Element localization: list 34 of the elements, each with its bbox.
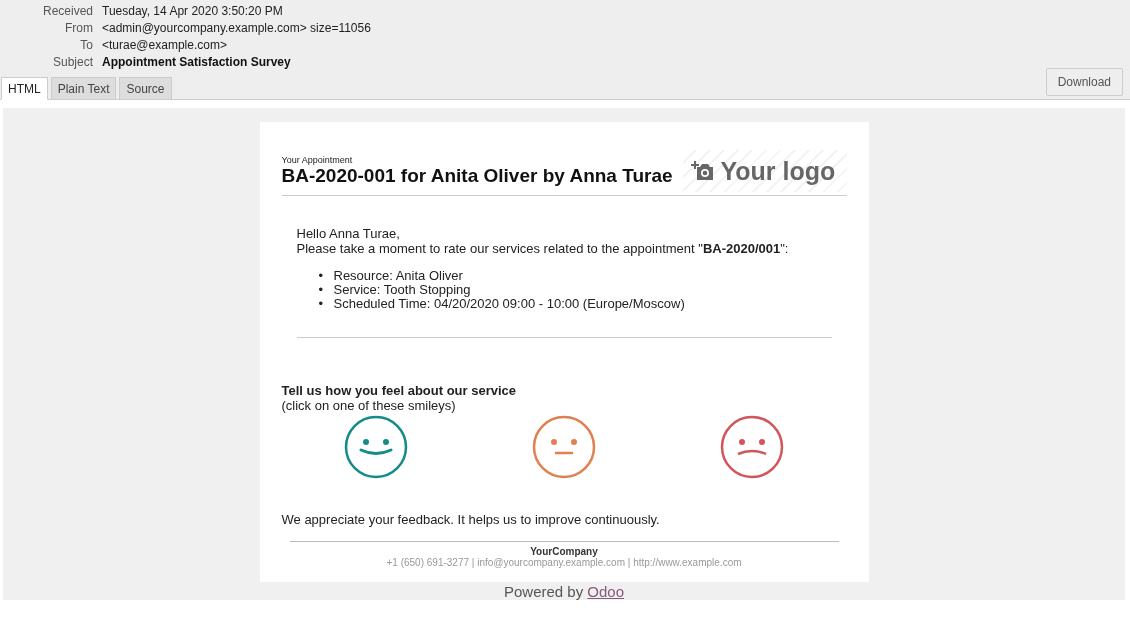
header-label: From: [64, 21, 93, 35]
company-name: YourCompany: [530, 546, 598, 557]
survey-hint: (click on one of these smileys): [281, 398, 457, 413]
bullet: •: [318, 296, 325, 310]
detail-item: Resource: Anita Oliver: [333, 268, 463, 282]
bullet: •: [318, 282, 325, 296]
odoo-link[interactable]: Odoo: [587, 583, 625, 600]
view-tab[interactable]: Plain Text: [50, 77, 117, 100]
happy-face-icon[interactable]: [343, 415, 408, 479]
logo-text: Your logo: [720, 156, 836, 186]
download-button[interactable]: Download: [1045, 68, 1123, 96]
sad-face-icon[interactable]: [720, 415, 785, 479]
view-tab[interactable]: HTML: [1, 77, 48, 100]
greeting-text: Hello Anna Turae,: [296, 226, 401, 241]
header-value: <turae@example.com>: [102, 38, 228, 52]
camera-icon: [690, 161, 713, 181]
header-value: Appointment Satisfaction Survey: [102, 55, 292, 69]
email-title: BA-2020-001 for Anita Oliver by Anna Turae: [281, 165, 673, 187]
header-label: To: [79, 38, 93, 52]
thanks-text: We appreciate your feedback. It helps us to improve continuously.: [281, 512, 661, 527]
email-kicker: Your Appointment: [281, 155, 354, 165]
detail-item: Service: Tooth Stopping: [333, 282, 471, 296]
intro-text: Please take a moment to rate our services related to the appointment "BA-2020/001":: [296, 241, 790, 256]
header-value: Tuesday, 14 Apr 2020 3:50:20 PM: [102, 4, 284, 18]
header-label: Received: [41, 4, 93, 18]
company-contact: +1 (650) 691-3277 | info@yourcompany.example.com | http://www.example.com: [385, 557, 743, 568]
header-value: <admin@yourcompany.example.com> size=11056: [102, 21, 372, 35]
survey-prompt: Tell us how you feel about our service: [281, 383, 518, 398]
view-tab[interactable]: Source: [119, 77, 172, 100]
detail-item: Scheduled Time: 04/20/2020 09:00 - 10:00 (Europe/Moscow): [333, 296, 685, 310]
powered-by-text: Powered by Odoo: [503, 583, 625, 600]
bullet: •: [318, 268, 325, 282]
header-label: Subject: [51, 55, 93, 69]
neutral-face-icon[interactable]: [532, 415, 596, 479]
